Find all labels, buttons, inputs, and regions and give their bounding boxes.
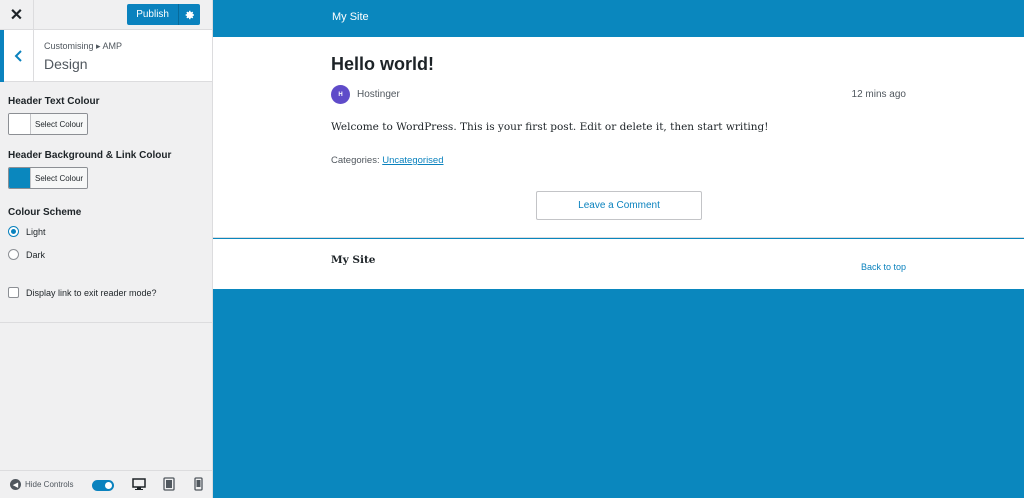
exit-reader-mode-option[interactable]: Display link to exit reader mode? xyxy=(8,287,157,298)
colour-swatch xyxy=(9,114,31,134)
select-colour-label: Select Colour xyxy=(31,168,87,188)
radio-light[interactable] xyxy=(8,226,19,237)
post-categories: Categories: Uncategorised xyxy=(331,155,444,166)
desktop-preview-button[interactable] xyxy=(132,477,146,491)
categories-label: Categories: xyxy=(331,155,380,166)
customizer-topbar: ✕ Publish xyxy=(0,0,212,30)
post-title: Hello world! xyxy=(331,54,434,74)
desktop-icon xyxy=(132,478,146,490)
leave-comment-button[interactable]: Leave a Comment xyxy=(536,191,702,220)
close-icon[interactable]: ✕ xyxy=(0,0,34,30)
post-body: Welcome to WordPress. This is your first… xyxy=(331,121,769,133)
tablet-preview-button[interactable] xyxy=(162,477,176,491)
section-header: Customising ▸ AMP Design xyxy=(0,30,212,82)
chevron-left-icon xyxy=(14,50,22,62)
avatar: H xyxy=(331,85,350,104)
hide-controls-label: Hide Controls xyxy=(25,480,74,489)
author-name: Hostinger xyxy=(357,89,400,100)
footer-site-name: My Site xyxy=(331,254,376,266)
header-bg-colour-picker[interactable]: Select Colour xyxy=(8,167,88,189)
tablet-icon xyxy=(163,477,175,491)
header-text-colour-picker[interactable]: Select Colour xyxy=(8,113,88,135)
category-link[interactable]: Uncategorised xyxy=(382,155,443,166)
scheme-option-dark[interactable]: Dark xyxy=(8,249,45,260)
preview-header: My Site xyxy=(213,0,1024,37)
mobile-preview-button[interactable] xyxy=(191,477,205,491)
checkbox-label: Display link to exit reader mode? xyxy=(26,287,157,298)
arrow-left-icon: ◀ xyxy=(10,479,21,490)
publish-button[interactable]: Publish xyxy=(127,4,178,25)
header-bg-colour-label: Header Background & Link Colour xyxy=(8,150,172,161)
radio-dark[interactable] xyxy=(8,249,19,260)
post-article: Hello world! H Hostinger 12 mins ago Wel… xyxy=(213,37,1024,238)
colour-scheme-label: Colour Scheme xyxy=(8,207,82,218)
colour-swatch xyxy=(9,168,31,188)
post-time: 12 mins ago xyxy=(851,89,906,100)
site-title-link[interactable]: My Site xyxy=(332,11,369,23)
breadcrumb: Customising ▸ AMP xyxy=(44,41,123,51)
scheme-option-light[interactable]: Light xyxy=(8,226,46,237)
divider xyxy=(0,322,212,323)
radio-label: Dark xyxy=(26,249,46,260)
publish-group: Publish xyxy=(127,4,200,25)
select-colour-label: Select Colour xyxy=(31,114,87,134)
customizer-footer: ◀ Hide Controls xyxy=(0,470,212,498)
hide-controls-button[interactable]: ◀ Hide Controls xyxy=(10,479,73,490)
back-button[interactable] xyxy=(0,30,34,82)
mobile-icon xyxy=(194,477,203,491)
section-title: Design xyxy=(44,56,88,72)
site-preview: My Site Hello world! H Hostinger 12 mins… xyxy=(213,0,1024,498)
exit-reader-mode-checkbox[interactable] xyxy=(8,287,19,298)
customizer-sidebar: ✕ Publish Customising ▸ AMP Design Heade… xyxy=(0,0,213,498)
header-text-colour-label: Header Text Colour xyxy=(8,96,100,107)
back-to-top-link[interactable]: Back to top xyxy=(861,262,906,272)
gear-icon xyxy=(185,10,194,19)
preview-toggle[interactable] xyxy=(92,480,114,491)
site-footer: My Site Back to top xyxy=(213,239,1024,289)
publish-settings-button[interactable] xyxy=(178,4,200,25)
radio-label: Light xyxy=(26,226,46,237)
